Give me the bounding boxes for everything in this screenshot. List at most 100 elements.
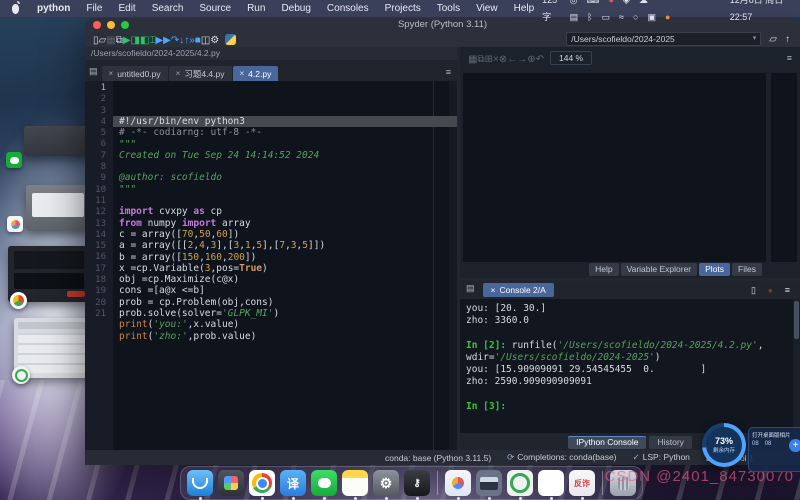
- bluetooth-icon[interactable]: ᛒ: [587, 12, 592, 22]
- status-interpreter[interactable]: conda: base (Python 3.11.5): [385, 453, 491, 463]
- save-all-plots-icon[interactable]: ⧉: [477, 54, 484, 65]
- screen-record-icon[interactable]: ●: [608, 0, 613, 5]
- code-line: #!/usr/bin/env python3: [113, 116, 457, 127]
- memory-gauge[interactable]: 73% 剩余内存: [702, 423, 746, 467]
- python-env-icon[interactable]: [225, 34, 236, 45]
- menu-item-run[interactable]: Run: [239, 3, 273, 14]
- editor-tab-习题4.4.py[interactable]: ×习题4.4.py: [169, 66, 232, 81]
- menu-item-search[interactable]: Search: [144, 3, 192, 14]
- fit-plot-icon[interactable]: ↶: [536, 54, 544, 65]
- run-cell-icon[interactable]: ◨: [131, 35, 140, 46]
- remove-all-plots-icon[interactable]: ⊗: [499, 54, 507, 65]
- menu-app-name[interactable]: python: [29, 3, 78, 14]
- next-plot-icon[interactable]: →: [517, 54, 527, 65]
- close-icon[interactable]: ×: [176, 69, 181, 78]
- copy-plot-icon[interactable]: ⊞: [485, 54, 493, 65]
- line-number: 17: [85, 264, 113, 275]
- memory-percent: 73%: [715, 436, 733, 446]
- run-cell-advance-icon[interactable]: ◧: [140, 35, 149, 46]
- pane-tab-variable-explorer[interactable]: Variable Explorer: [621, 263, 698, 276]
- close-icon[interactable]: ×: [109, 69, 114, 78]
- plus-button[interactable]: +: [789, 439, 800, 452]
- editor-tab-untitled0.py[interactable]: ×untitled0.py: [102, 66, 168, 81]
- apple-menu-icon[interactable]: [12, 4, 19, 14]
- pane-tab-plots[interactable]: Plots: [699, 263, 730, 276]
- parent-directory-icon[interactable]: ↑: [785, 34, 790, 45]
- dock-item-anti-fraud-app[interactable]: 反诈: [569, 470, 595, 496]
- maximize-pane-icon[interactable]: ◫: [201, 35, 210, 46]
- battery-icon[interactable]: ▭: [602, 12, 611, 22]
- working-directory-combobox[interactable]: /Users/scofieldo/2024-2025 ▾: [566, 32, 761, 46]
- console-output[interactable]: you: [20. 30.]zho: 3360.0In [2]: runfile…: [460, 299, 800, 434]
- pane-tab-help[interactable]: Help: [589, 263, 618, 276]
- plot-zoom-level[interactable]: 144 %: [550, 51, 592, 65]
- menu-item-projects[interactable]: Projects: [377, 3, 429, 14]
- tab-ipython-console[interactable]: IPython Console: [568, 436, 646, 449]
- menu-item-file[interactable]: File: [78, 3, 110, 14]
- code-editor[interactable]: 123456789101112131415161718192021 #!/usr…: [85, 81, 457, 450]
- mic-icon[interactable]: ◎: [570, 0, 578, 5]
- code-token: cvxpy: [153, 206, 193, 217]
- menu-item-source[interactable]: Source: [191, 3, 239, 14]
- menu-clock[interactable]: 12月8日 周日 22:57: [730, 0, 790, 26]
- preferences-icon[interactable]: ⚙: [210, 35, 219, 46]
- debug-file-icon[interactable]: ▶▶: [155, 35, 170, 46]
- console-token: zho: 3360.0: [466, 315, 529, 326]
- control-center-icon[interactable]: ▣: [647, 12, 656, 22]
- sidecar-icon[interactable]: ▤: [570, 12, 579, 22]
- close-icon[interactable]: ×: [240, 69, 245, 78]
- editor-options-icon[interactable]: ≡: [446, 67, 451, 77]
- pane-tab-files[interactable]: Files: [732, 263, 762, 276]
- code-line: Created on Tue Sep 24 14:14:52 2024: [113, 150, 457, 161]
- previous-plot-icon[interactable]: ←: [507, 54, 517, 65]
- dock-item-translate[interactable]: 译: [280, 470, 306, 496]
- browse-tabs-icon[interactable]: ▤: [89, 66, 98, 77]
- interrupt-kernel-icon[interactable]: ●: [768, 286, 773, 295]
- console-options-icon[interactable]: ≡: [785, 285, 790, 295]
- desktop-helper-panel[interactable]: 打开桌面版相片 0808 +: [748, 427, 800, 472]
- close-icon[interactable]: ×: [491, 285, 496, 295]
- menu-item-consoles[interactable]: Consoles: [319, 3, 377, 14]
- editor-tab-4.2.py[interactable]: ×4.2.py: [233, 66, 279, 81]
- shapes-icon[interactable]: ◈: [623, 0, 630, 5]
- save-icon[interactable]: ▦: [106, 35, 115, 46]
- search-icon[interactable]: ○: [633, 12, 638, 22]
- dock-item-finder[interactable]: [187, 470, 213, 496]
- meeting-icon[interactable]: ●: [665, 12, 670, 22]
- dock-item-drawio[interactable]: [445, 470, 471, 496]
- zoom-in-icon[interactable]: ⊕: [527, 54, 535, 65]
- dock-item-launchpad[interactable]: [218, 470, 244, 496]
- chevron-down-icon[interactable]: ▾: [753, 33, 757, 45]
- plot-thumbnail-strip[interactable]: [771, 73, 797, 262]
- run-icon[interactable]: ▶: [123, 35, 131, 46]
- console-tab[interactable]: × Console 2/A: [483, 283, 554, 297]
- minimized-window-drawio[interactable]: [26, 185, 90, 231]
- minimized-window-wechat[interactable]: [24, 126, 88, 156]
- new-console-icon[interactable]: ▯: [751, 285, 756, 296]
- save-all-icon[interactable]: ⧉: [116, 35, 123, 46]
- dock-item-app-green-ring[interactable]: [507, 470, 533, 496]
- keyboard-icon[interactable]: ⌨: [586, 0, 599, 5]
- dock-item-keychain[interactable]: ⚷: [404, 470, 430, 496]
- cloud-icon[interactable]: ☁: [639, 0, 648, 5]
- dock-item-settings[interactable]: ⚙: [373, 470, 399, 496]
- menu-item-debug[interactable]: Debug: [273, 3, 318, 14]
- dock-item-chrome[interactable]: [249, 470, 275, 496]
- wifi-icon[interactable]: ≈: [619, 12, 624, 22]
- dock-item-wechat[interactable]: [311, 470, 337, 496]
- menu-item-tools[interactable]: Tools: [429, 3, 468, 14]
- menu-item-edit[interactable]: Edit: [110, 3, 143, 14]
- menu-item-help[interactable]: Help: [506, 3, 543, 14]
- dock-item-preview-window[interactable]: [476, 470, 502, 496]
- menu-item-view[interactable]: View: [468, 3, 506, 14]
- browse-directory-icon[interactable]: ▱: [769, 34, 777, 45]
- tab-history[interactable]: History: [649, 436, 691, 449]
- dock-item-notes[interactable]: [342, 470, 368, 496]
- console-scrollbar[interactable]: [793, 299, 800, 434]
- code-token: b = array([: [119, 252, 182, 263]
- code-token: 160: [205, 252, 222, 263]
- dock-item-app-red-apple[interactable]: [538, 470, 564, 496]
- plots-options-icon[interactable]: ≡: [787, 53, 792, 63]
- console-browse-tabs-icon[interactable]: ▤: [466, 283, 475, 294]
- step-over-icon[interactable]: ↷: [171, 35, 179, 46]
